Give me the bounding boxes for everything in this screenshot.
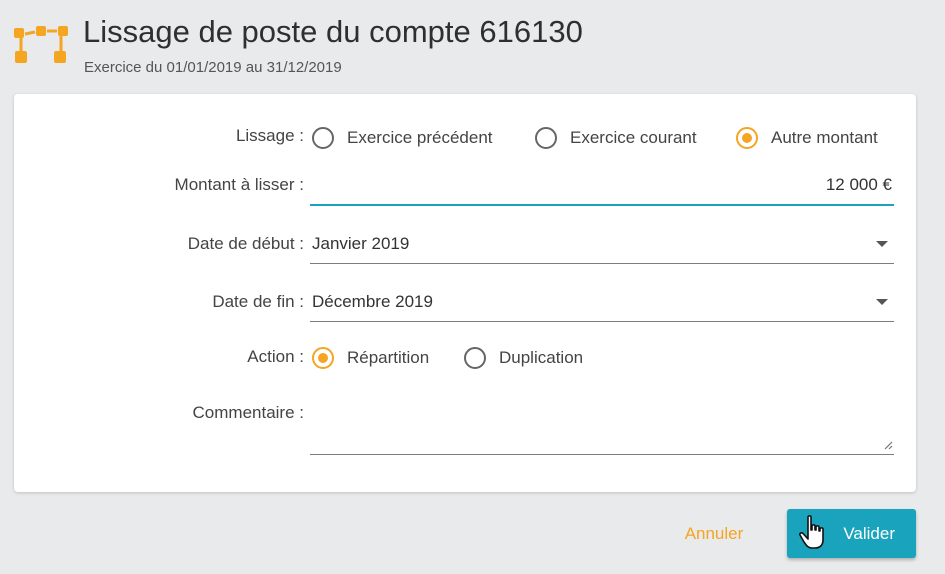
montant-input[interactable]: 12 000 € — [310, 166, 894, 206]
radio-circle — [464, 347, 486, 369]
page-subtitle: Exercice du 01/01/2019 au 31/12/2019 — [84, 59, 342, 76]
commentaire-textarea[interactable] — [310, 394, 894, 455]
validate-button-label: Valider — [843, 523, 895, 543]
radio-circle-selected — [736, 127, 758, 149]
radio-label: Répartition — [347, 348, 430, 367]
radio-label: Duplication — [499, 348, 584, 367]
radio-repartition[interactable]: Répartition — [312, 344, 429, 372]
date-debut-label: Date de début : — [187, 234, 304, 253]
commentaire-label: Commentaire : — [192, 403, 304, 422]
hand-cursor-icon — [798, 515, 824, 549]
montant-value: 12 000 € — [825, 175, 892, 194]
form-card: Lissage : Exercice précédent Exercice co… — [14, 94, 916, 492]
cancel-button[interactable]: Annuler — [668, 516, 760, 552]
chevron-down-icon — [876, 241, 888, 247]
resize-handle-icon[interactable] — [883, 440, 893, 450]
date-debut-select[interactable]: Janvier 2019 — [310, 225, 894, 264]
date-fin-select[interactable]: Décembre 2019 — [310, 283, 894, 322]
chevron-down-icon — [876, 299, 888, 305]
action-label: Action : — [247, 347, 304, 366]
date-fin-label: Date de fin : — [212, 292, 304, 311]
date-debut-value: Janvier 2019 — [312, 234, 410, 253]
radio-exercice-precedent[interactable]: Exercice précédent — [312, 124, 493, 152]
radio-circle-selected — [312, 347, 334, 369]
radio-label: Autre montant — [771, 128, 878, 147]
radio-circle — [312, 127, 334, 149]
lissage-label: Lissage : — [235, 126, 304, 145]
dialog-header: Lissage de poste du compte 616130 Exerci… — [0, 0, 945, 92]
radio-autre-montant[interactable]: Autre montant — [736, 124, 878, 152]
radio-label: Exercice courant — [570, 128, 697, 147]
radio-circle — [535, 127, 557, 149]
radio-duplication[interactable]: Duplication — [464, 344, 583, 372]
hierarchy-icon — [14, 26, 68, 63]
page-title: Lissage de poste du compte 616130 — [83, 14, 583, 49]
radio-label: Exercice précédent — [347, 128, 493, 147]
montant-label: Montant à lisser : — [174, 175, 304, 194]
date-fin-value: Décembre 2019 — [312, 292, 433, 311]
radio-exercice-courant[interactable]: Exercice courant — [535, 124, 697, 152]
